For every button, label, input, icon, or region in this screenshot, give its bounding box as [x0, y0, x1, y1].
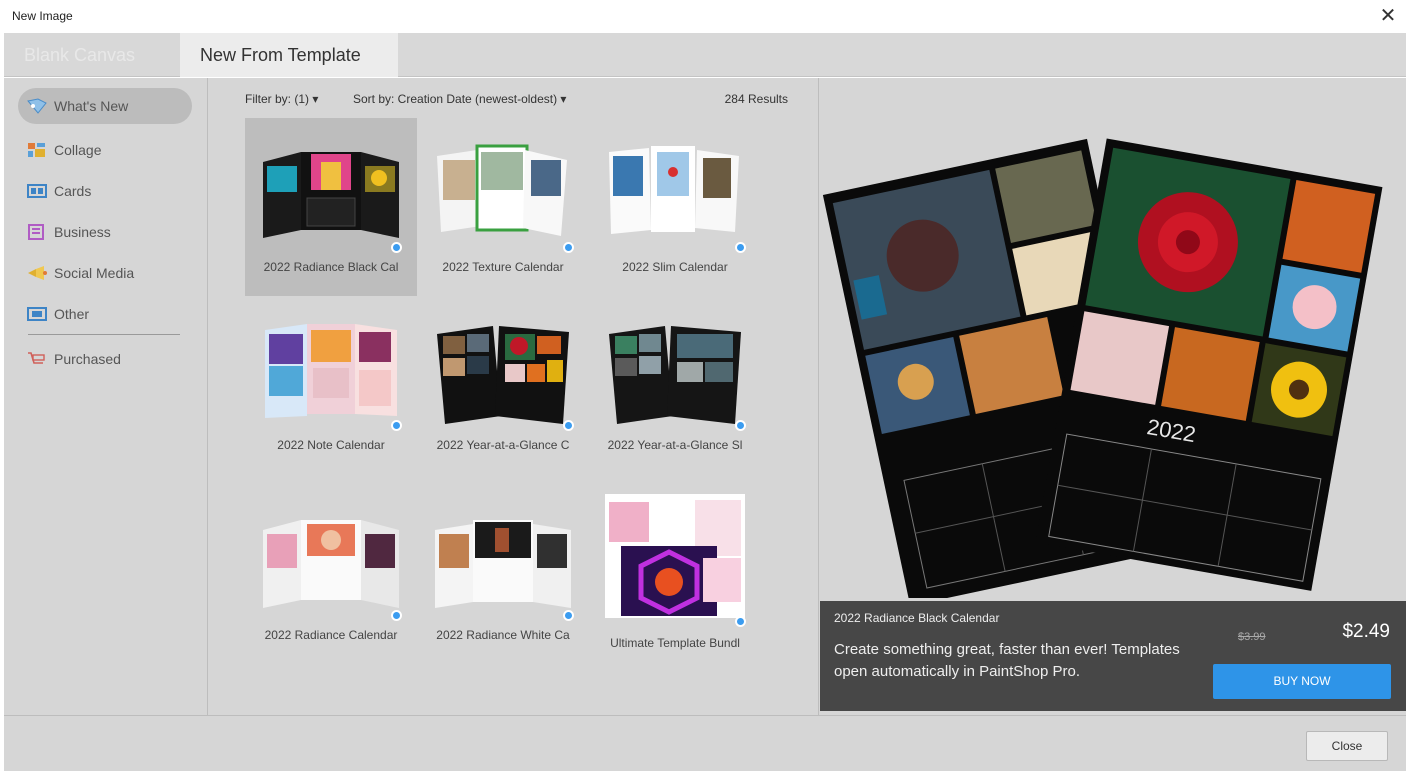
- premium-badge: [735, 420, 746, 431]
- window-title: New Image: [12, 9, 73, 23]
- template-name: 2022 Year-at-a-Glance C: [436, 438, 570, 452]
- template-thumbnail: [609, 326, 741, 424]
- template-tile[interactable]: 2022 Radiance Black Cal: [245, 118, 417, 296]
- other-icon: [27, 307, 47, 321]
- premium-badge: [563, 420, 574, 431]
- sidebar-item-label: Collage: [54, 142, 102, 158]
- template-thumbnail: [437, 326, 569, 424]
- sidebar-item-purchased[interactable]: Purchased: [18, 341, 192, 377]
- template-thumbnail: [265, 324, 397, 418]
- template-name: 2022 Year-at-a-Glance Sl: [607, 438, 743, 452]
- sidebar-item-whats-new[interactable]: What's New: [18, 88, 192, 124]
- tab-bar: Blank Canvas New From Template: [4, 33, 1406, 77]
- sidebar-item-label: Social Media: [54, 265, 135, 281]
- template-info-panel: 2022 Radiance Black Calendar Create some…: [820, 601, 1406, 711]
- sidebar-item-cards[interactable]: Cards: [18, 173, 192, 209]
- premium-badge: [391, 242, 402, 253]
- template-name: 2022 Note Calendar: [277, 438, 385, 452]
- template-preview-panel: 2022 2022 Radiance Black Calendar Create…: [820, 78, 1406, 715]
- template-name: 2022 Radiance White Ca: [436, 628, 570, 642]
- template-title: 2022 Radiance Black Calendar: [834, 611, 1000, 625]
- template-thumbnail: [605, 494, 745, 618]
- results-count: 284 Results: [724, 92, 788, 106]
- template-thumbnail: [263, 520, 399, 608]
- template-tile[interactable]: 2022 Radiance White Ca: [417, 486, 589, 664]
- sidebar-item-business[interactable]: Business: [18, 214, 192, 250]
- tab-blank-canvas[interactable]: Blank Canvas: [4, 33, 180, 77]
- template-tile[interactable]: 2022 Slim Calendar: [589, 118, 761, 296]
- template-name: Ultimate Template Bundl: [610, 636, 740, 650]
- filter-dropdown[interactable]: Filter by: (1) ▾: [245, 92, 318, 106]
- sidebar-item-social-media[interactable]: Social Media: [18, 255, 192, 291]
- template-thumbnail: [609, 146, 739, 234]
- buy-now-button[interactable]: BUY NOW: [1213, 664, 1391, 699]
- template-preview-image: 2022: [822, 138, 1383, 598]
- dialog-footer: Close: [4, 715, 1406, 771]
- sidebar-item-collage[interactable]: Collage: [18, 132, 192, 168]
- template-tile[interactable]: 2022 Year-at-a-Glance Sl: [589, 296, 761, 474]
- premium-badge: [563, 242, 574, 253]
- sidebar-item-label: Purchased: [54, 351, 121, 367]
- close-button[interactable]: Close: [1306, 731, 1388, 761]
- sale-price: $2.49: [1342, 621, 1390, 642]
- template-tile[interactable]: Ultimate Template Bundl: [589, 486, 761, 664]
- sort-dropdown[interactable]: Sort by: Creation Date (newest-oldest) ▾: [353, 92, 566, 106]
- template-name: 2022 Radiance Calendar: [264, 628, 398, 642]
- business-icon: [28, 224, 44, 240]
- cards-icon: [27, 184, 47, 198]
- main-area: What's New Collage Cards Business Social…: [4, 78, 1406, 715]
- original-price: $3.99: [1238, 631, 1266, 643]
- sidebar-item-label: Other: [54, 306, 90, 322]
- template-thumbnail: [263, 152, 399, 238]
- whats-new-icon: [27, 98, 47, 114]
- sidebar-item-other[interactable]: Other: [18, 296, 192, 332]
- sidebar-item-label: What's New: [54, 98, 129, 114]
- sidebar-divider: [28, 334, 180, 335]
- premium-badge: [391, 610, 402, 621]
- premium-badge: [735, 242, 746, 253]
- collage-icon: [28, 143, 45, 157]
- purchased-icon: [28, 352, 45, 364]
- template-tile[interactable]: 2022 Radiance Calendar: [245, 486, 417, 664]
- template-name: 2022 Texture Calendar: [442, 260, 564, 274]
- title-bar: New Image ✕: [0, 0, 1410, 33]
- tab-new-from-template[interactable]: New From Template: [180, 33, 398, 77]
- template-name: 2022 Slim Calendar: [622, 260, 728, 274]
- social-media-icon: [28, 266, 47, 280]
- sidebar-item-label: Cards: [54, 183, 92, 199]
- template-thumbnail: [435, 520, 571, 608]
- close-icon[interactable]: ✕: [1376, 4, 1400, 28]
- template-thumbnail: [437, 144, 567, 236]
- premium-badge: [563, 610, 574, 621]
- category-sidebar: What's New Collage Cards Business Social…: [4, 78, 208, 715]
- template-name: 2022 Radiance Black Cal: [263, 260, 399, 274]
- template-browser: Filter by: (1) ▾ Sort by: Creation Date …: [209, 78, 819, 715]
- template-description: Create something great, faster than ever…: [834, 641, 1180, 680]
- template-tile[interactable]: 2022 Year-at-a-Glance C: [417, 296, 589, 474]
- premium-badge: [391, 420, 402, 431]
- sidebar-item-label: Business: [54, 224, 111, 240]
- template-tile[interactable]: 2022 Texture Calendar: [417, 118, 589, 296]
- template-tile[interactable]: 2022 Note Calendar: [245, 296, 417, 474]
- premium-badge: [735, 616, 746, 627]
